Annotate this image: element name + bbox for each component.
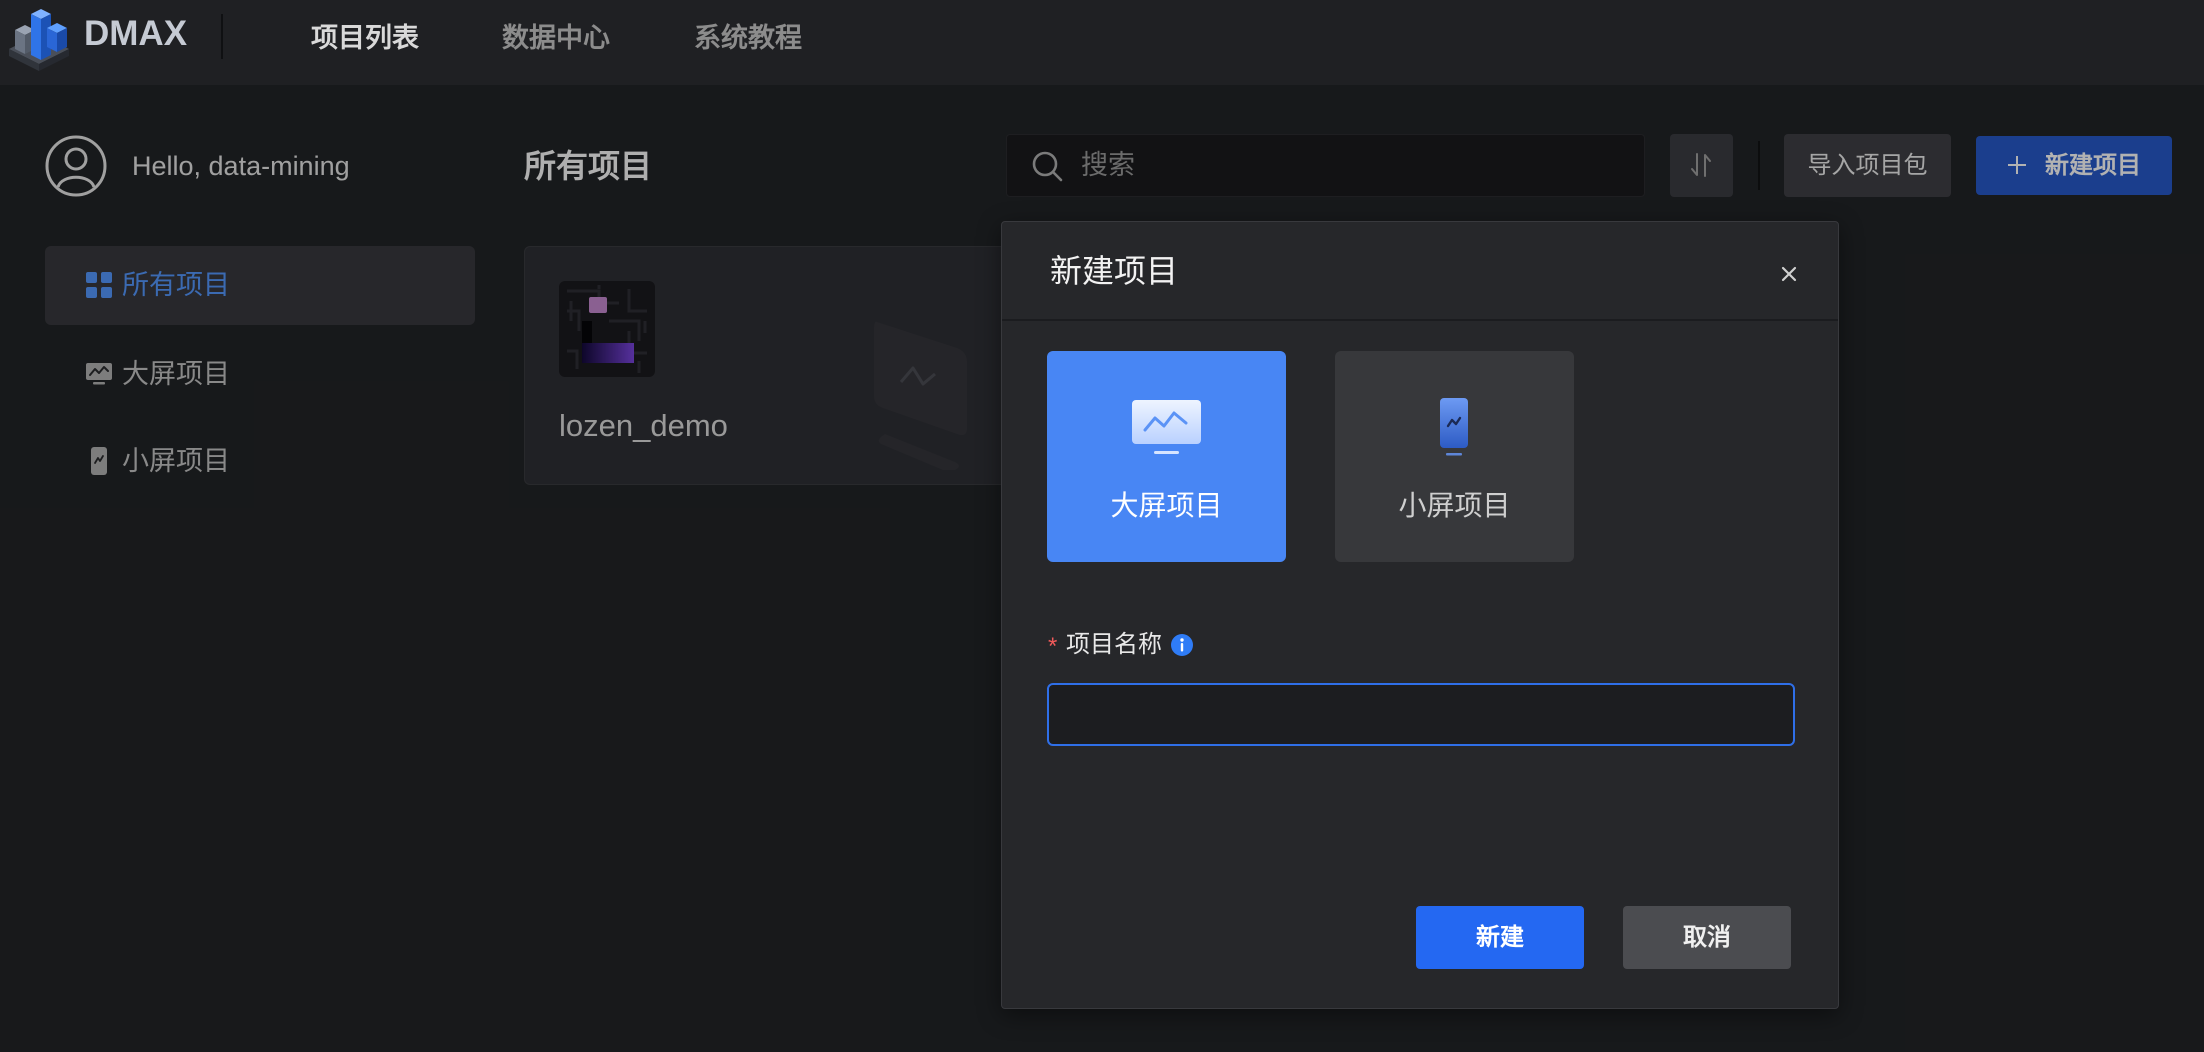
dmax-logo[interactable]: DMAX bbox=[0, 0, 200, 85]
required-mark: * bbox=[1048, 633, 1058, 660]
close-button[interactable] bbox=[1770, 255, 1808, 293]
type-option-small-screen[interactable]: 小屏项目 bbox=[1335, 351, 1574, 562]
dialog-header-divider bbox=[1002, 319, 1838, 321]
nav-divider bbox=[221, 14, 223, 59]
logo-text: DMAX bbox=[84, 14, 188, 53]
info-icon[interactable] bbox=[1170, 633, 1194, 657]
close-icon bbox=[1779, 264, 1799, 284]
new-project-dialog: 新建项目 大屏项目 小屏项目 * 项目名称 新建 取消 bbox=[1001, 221, 1839, 1009]
project-name-input[interactable] bbox=[1047, 683, 1795, 746]
create-button[interactable]: 新建 bbox=[1416, 906, 1584, 969]
small-screen-icon bbox=[1437, 396, 1471, 458]
large-screen-icon bbox=[1130, 398, 1203, 457]
nav-item-data-center[interactable]: 数据中心 bbox=[502, 19, 610, 57]
nav-item-project-list[interactable]: 项目列表 bbox=[311, 19, 419, 57]
nav-item-tutorials[interactable]: 系统教程 bbox=[694, 19, 802, 57]
type-option-label: 小屏项目 bbox=[1398, 490, 1511, 521]
dmax-cube-logo-icon bbox=[7, 4, 71, 72]
cancel-button[interactable]: 取消 bbox=[1623, 906, 1791, 969]
top-nav-bar: DMAX 项目列表 数据中心 系统教程 bbox=[0, 0, 2204, 85]
dialog-title: 新建项目 bbox=[1050, 253, 1179, 289]
type-option-large-screen[interactable]: 大屏项目 bbox=[1047, 351, 1286, 562]
type-option-label: 大屏项目 bbox=[1110, 490, 1223, 521]
project-name-label: 项目名称 bbox=[1066, 631, 1162, 658]
